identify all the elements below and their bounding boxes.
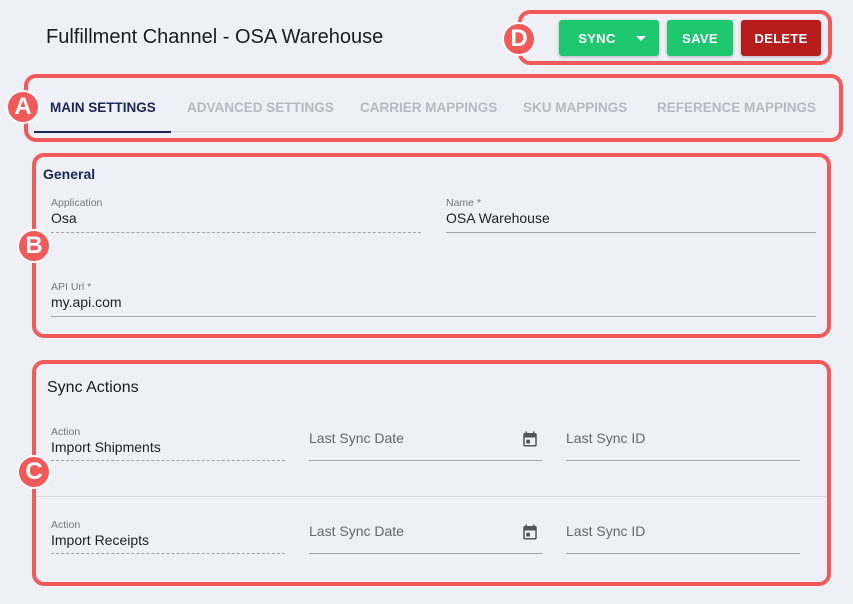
- page-title: Fulfillment Channel - OSA Warehouse: [46, 26, 384, 48]
- name-label: Name *: [446, 197, 482, 209]
- tab-advanced-settings[interactable]: ADVANCED SETTINGS: [187, 84, 345, 132]
- last-sync-date-placeholder: Last Sync Date: [309, 430, 404, 446]
- action-value: Import Shipments: [51, 439, 161, 455]
- save-button[interactable]: SAVE: [667, 20, 733, 56]
- field-underline: [51, 232, 421, 233]
- action-field[interactable]: Action Import Shipments: [51, 426, 285, 461]
- sync-actions-title: Sync Actions: [47, 379, 139, 396]
- tab-label: CARRIER MAPPINGS: [360, 100, 498, 115]
- application-value: Osa: [51, 210, 77, 226]
- sync-button[interactable]: SYNC: [559, 20, 659, 56]
- sync-button-label: SYNC: [578, 30, 616, 46]
- tab-label: ADVANCED SETTINGS: [187, 100, 334, 115]
- tab-label: REFERENCE MAPPINGS: [657, 100, 817, 115]
- general-title: General: [43, 166, 96, 182]
- action-value: Import Receipts: [51, 532, 150, 548]
- field-underline: [566, 553, 800, 554]
- tab-bar: MAIN SETTINGS ADVANCED SETTINGS CARRIER …: [34, 84, 824, 133]
- last-sync-id-placeholder: Last Sync ID: [566, 430, 646, 446]
- action-field[interactable]: Action Import Receipts: [51, 519, 285, 554]
- field-underline: [309, 460, 542, 461]
- annotation-badge-c: C: [17, 455, 51, 489]
- last-sync-date-field[interactable]: Last Sync Date: [309, 523, 542, 554]
- annotation-badge-d: D: [502, 22, 536, 56]
- calendar-icon[interactable]: [521, 523, 539, 541]
- field-underline: [446, 232, 816, 233]
- annotation-badge-b: B: [17, 229, 51, 263]
- field-underline: [51, 553, 285, 554]
- tab-main-settings[interactable]: MAIN SETTINGS: [34, 84, 171, 133]
- api-url-field[interactable]: API Url * my.api.com: [51, 281, 816, 317]
- name-value: OSA Warehouse: [446, 210, 550, 226]
- last-sync-id-placeholder: Last Sync ID: [566, 523, 646, 539]
- field-underline: [309, 553, 542, 554]
- last-sync-id-field[interactable]: Last Sync ID: [566, 523, 800, 554]
- row-divider: [34, 496, 830, 497]
- chevron-down-icon: [635, 35, 646, 41]
- tab-label: SKU MAPPINGS: [523, 100, 628, 115]
- application-label: Application: [51, 197, 103, 209]
- last-sync-date-placeholder: Last Sync Date: [309, 523, 404, 539]
- api-url-value: my.api.com: [51, 294, 122, 310]
- sync-actions-section: Sync Actions Action Import Shipments Las…: [34, 362, 830, 584]
- last-sync-id-field[interactable]: Last Sync ID: [566, 430, 800, 461]
- action-label: Action: [51, 519, 81, 531]
- tab-carrier-mappings[interactable]: CARRIER MAPPINGS: [360, 84, 523, 132]
- field-underline: [51, 460, 285, 461]
- field-underline: [51, 316, 816, 317]
- api-url-label: API Url *: [51, 281, 92, 293]
- header-actions: SYNC SAVE DELETE: [559, 20, 821, 56]
- application-field[interactable]: Application Osa: [51, 197, 421, 233]
- last-sync-date-field[interactable]: Last Sync Date: [309, 430, 542, 461]
- field-underline: [566, 460, 800, 461]
- general-section: General Application Osa Name * OSA Wareh…: [34, 155, 830, 337]
- annotation-badge-a: A: [6, 90, 40, 124]
- name-field[interactable]: Name * OSA Warehouse: [446, 197, 816, 233]
- calendar-icon[interactable]: [521, 430, 539, 448]
- delete-button[interactable]: DELETE: [741, 20, 821, 56]
- tab-reference-mappings[interactable]: REFERENCE MAPPINGS: [657, 84, 817, 132]
- tab-label: MAIN SETTINGS: [50, 100, 156, 115]
- tab-sku-mappings[interactable]: SKU MAPPINGS: [523, 84, 657, 132]
- action-label: Action: [51, 426, 81, 438]
